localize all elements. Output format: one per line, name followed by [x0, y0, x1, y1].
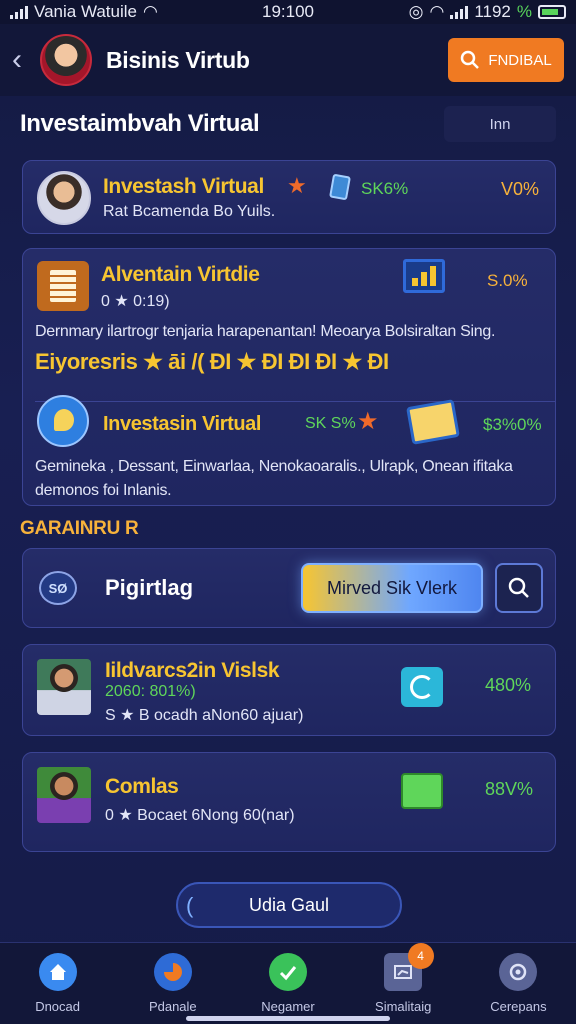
investment-card-expanded[interactable]: Alventain Virtdie 0 ★ 0:19) S.0% Dernmar…	[22, 248, 556, 506]
star-icon: ★	[357, 408, 379, 435]
search-button[interactable]	[495, 563, 543, 613]
group-icon	[499, 953, 538, 991]
avatar	[37, 659, 91, 715]
rating-text: Eiyoresris ★ āi /( ĐI ★ ĐI ĐI ĐI ★ ĐI	[35, 349, 389, 374]
header-action-label: FNDIBAL	[488, 51, 552, 69]
divider	[35, 401, 555, 402]
star-icon: ★	[287, 173, 307, 198]
back-chevron-icon[interactable]: ‹	[12, 43, 34, 77]
battery-percent-symbol: %	[516, 2, 532, 21]
phone-icon	[329, 173, 351, 201]
signal-icon	[10, 5, 28, 19]
tab-label: Dnocad	[35, 999, 80, 1014]
load-more-label: Udia Gaul	[248, 894, 330, 915]
chevron-left-icon: (	[186, 893, 194, 918]
status-time: 19:100	[262, 2, 314, 21]
list-item-title: Iildvarcs2in Vislsk	[105, 659, 280, 682]
list-item-detail: 0 ★ Bocaet 6Nong 60(nar)	[105, 807, 295, 824]
avatar	[37, 171, 91, 225]
chat-bubble-icon	[37, 395, 89, 447]
check-icon	[269, 953, 307, 991]
wifi-icon: ◠	[429, 2, 445, 21]
search-icon	[461, 50, 480, 69]
mail-icon[interactable]	[401, 773, 443, 809]
card-rating: 0 ★ 0:19)	[101, 293, 170, 310]
sub-card-percent: $3%0%	[483, 415, 542, 434]
tab-manager[interactable]: Negamer	[230, 943, 345, 1024]
sub-card-description: Gemineka , Dessant, Einwarlaa, Nenokaoar…	[35, 458, 513, 499]
tab-companies[interactable]: Cerepans	[461, 943, 576, 1024]
sub-card-metric: SK S%	[305, 415, 356, 432]
tab-label: Negamer	[261, 999, 315, 1014]
chat-icon[interactable]	[401, 667, 443, 707]
tab-label: Simalitaig	[375, 999, 432, 1014]
battery-text: 1192	[474, 2, 511, 21]
carrier-name: Vania Watuile	[34, 2, 137, 21]
card-percent: S.0%	[487, 271, 528, 290]
card-percent: V0%	[501, 179, 540, 199]
sub-card-title: Investasin Virtual	[103, 413, 262, 435]
avatar[interactable]	[40, 34, 92, 86]
app-header: ‹ Bisinis Virtub FNDIBAL	[0, 24, 576, 96]
status-bar: Vania Watuile ◠ 19:100 ◎ ◠ 1192 %	[0, 0, 576, 24]
card-description: Dernmary ilartrogr tenjaria harapenantan…	[35, 323, 496, 340]
search-icon	[508, 577, 529, 598]
list-item-sub: 2060: 801%)	[105, 683, 196, 700]
section-title: Investaimbvah Virtual	[20, 110, 260, 137]
investment-card[interactable]: Investash Virtual Rat Bcamenda Bo Yuils.…	[22, 160, 556, 234]
battery-icon	[538, 5, 566, 19]
bottom-tab-bar: Dnocad Pdanale Negamer 4 Simalitaig Cere…	[0, 942, 576, 1024]
notification-badge: 4	[407, 943, 434, 969]
search-card-title: Pigirtlag	[105, 575, 194, 600]
tab-portfolio[interactable]: Pdanale	[115, 943, 230, 1024]
tablet-icon	[406, 399, 460, 445]
search-card: SØ Pigirtlag Mirved Sik Vlerk	[22, 548, 556, 628]
monitor-chart-icon	[403, 259, 445, 293]
dnd-icon: ◎	[408, 2, 424, 21]
brand-logo-icon: SØ	[39, 571, 77, 605]
document-icon	[37, 261, 89, 311]
header-action-button[interactable]: FNDIBAL	[448, 38, 564, 82]
list-item[interactable]: Comlas 0 ★ Bocaet 6Nong 60(nar) 88V%	[22, 752, 556, 852]
home-icon	[38, 953, 77, 991]
card-metric: SK6%	[361, 179, 409, 198]
home-indicator	[186, 1016, 390, 1021]
wifi-icon: ◠	[143, 2, 158, 21]
tab-label: Pdanale	[148, 999, 197, 1014]
list-item-title: Comlas	[105, 775, 179, 798]
page-title: Bisinis Virtub	[106, 46, 250, 73]
filter-chip[interactable]: Inn	[444, 106, 556, 142]
signal-icon	[450, 5, 469, 19]
card-subtitle: Rat Bcamenda Bo Yuils.	[103, 203, 276, 220]
tab-label: Cerepans	[490, 999, 547, 1014]
list-item-percent: 480%	[485, 675, 532, 695]
card-title: Investash Virtual	[103, 175, 264, 198]
search-input[interactable]: Mirved Sik Vlerk	[301, 563, 483, 613]
tab-home[interactable]: Dnocad	[0, 943, 115, 1024]
list-item-detail: S ★ B ocadh aNon60 ajuar)	[105, 707, 304, 724]
group-label: GARAINRU R	[20, 518, 139, 539]
chart-icon	[153, 953, 192, 991]
tab-messages[interactable]: 4 Simalitaig	[346, 943, 461, 1024]
card-title: Alventain Virtdie	[101, 263, 260, 286]
load-more-button[interactable]: ( Udia Gaul	[176, 882, 402, 928]
list-item[interactable]: Iildvarcs2in Vislsk 2060: 801%) S ★ B oc…	[22, 644, 556, 736]
list-item-percent: 88V%	[485, 779, 534, 799]
avatar	[37, 767, 91, 823]
